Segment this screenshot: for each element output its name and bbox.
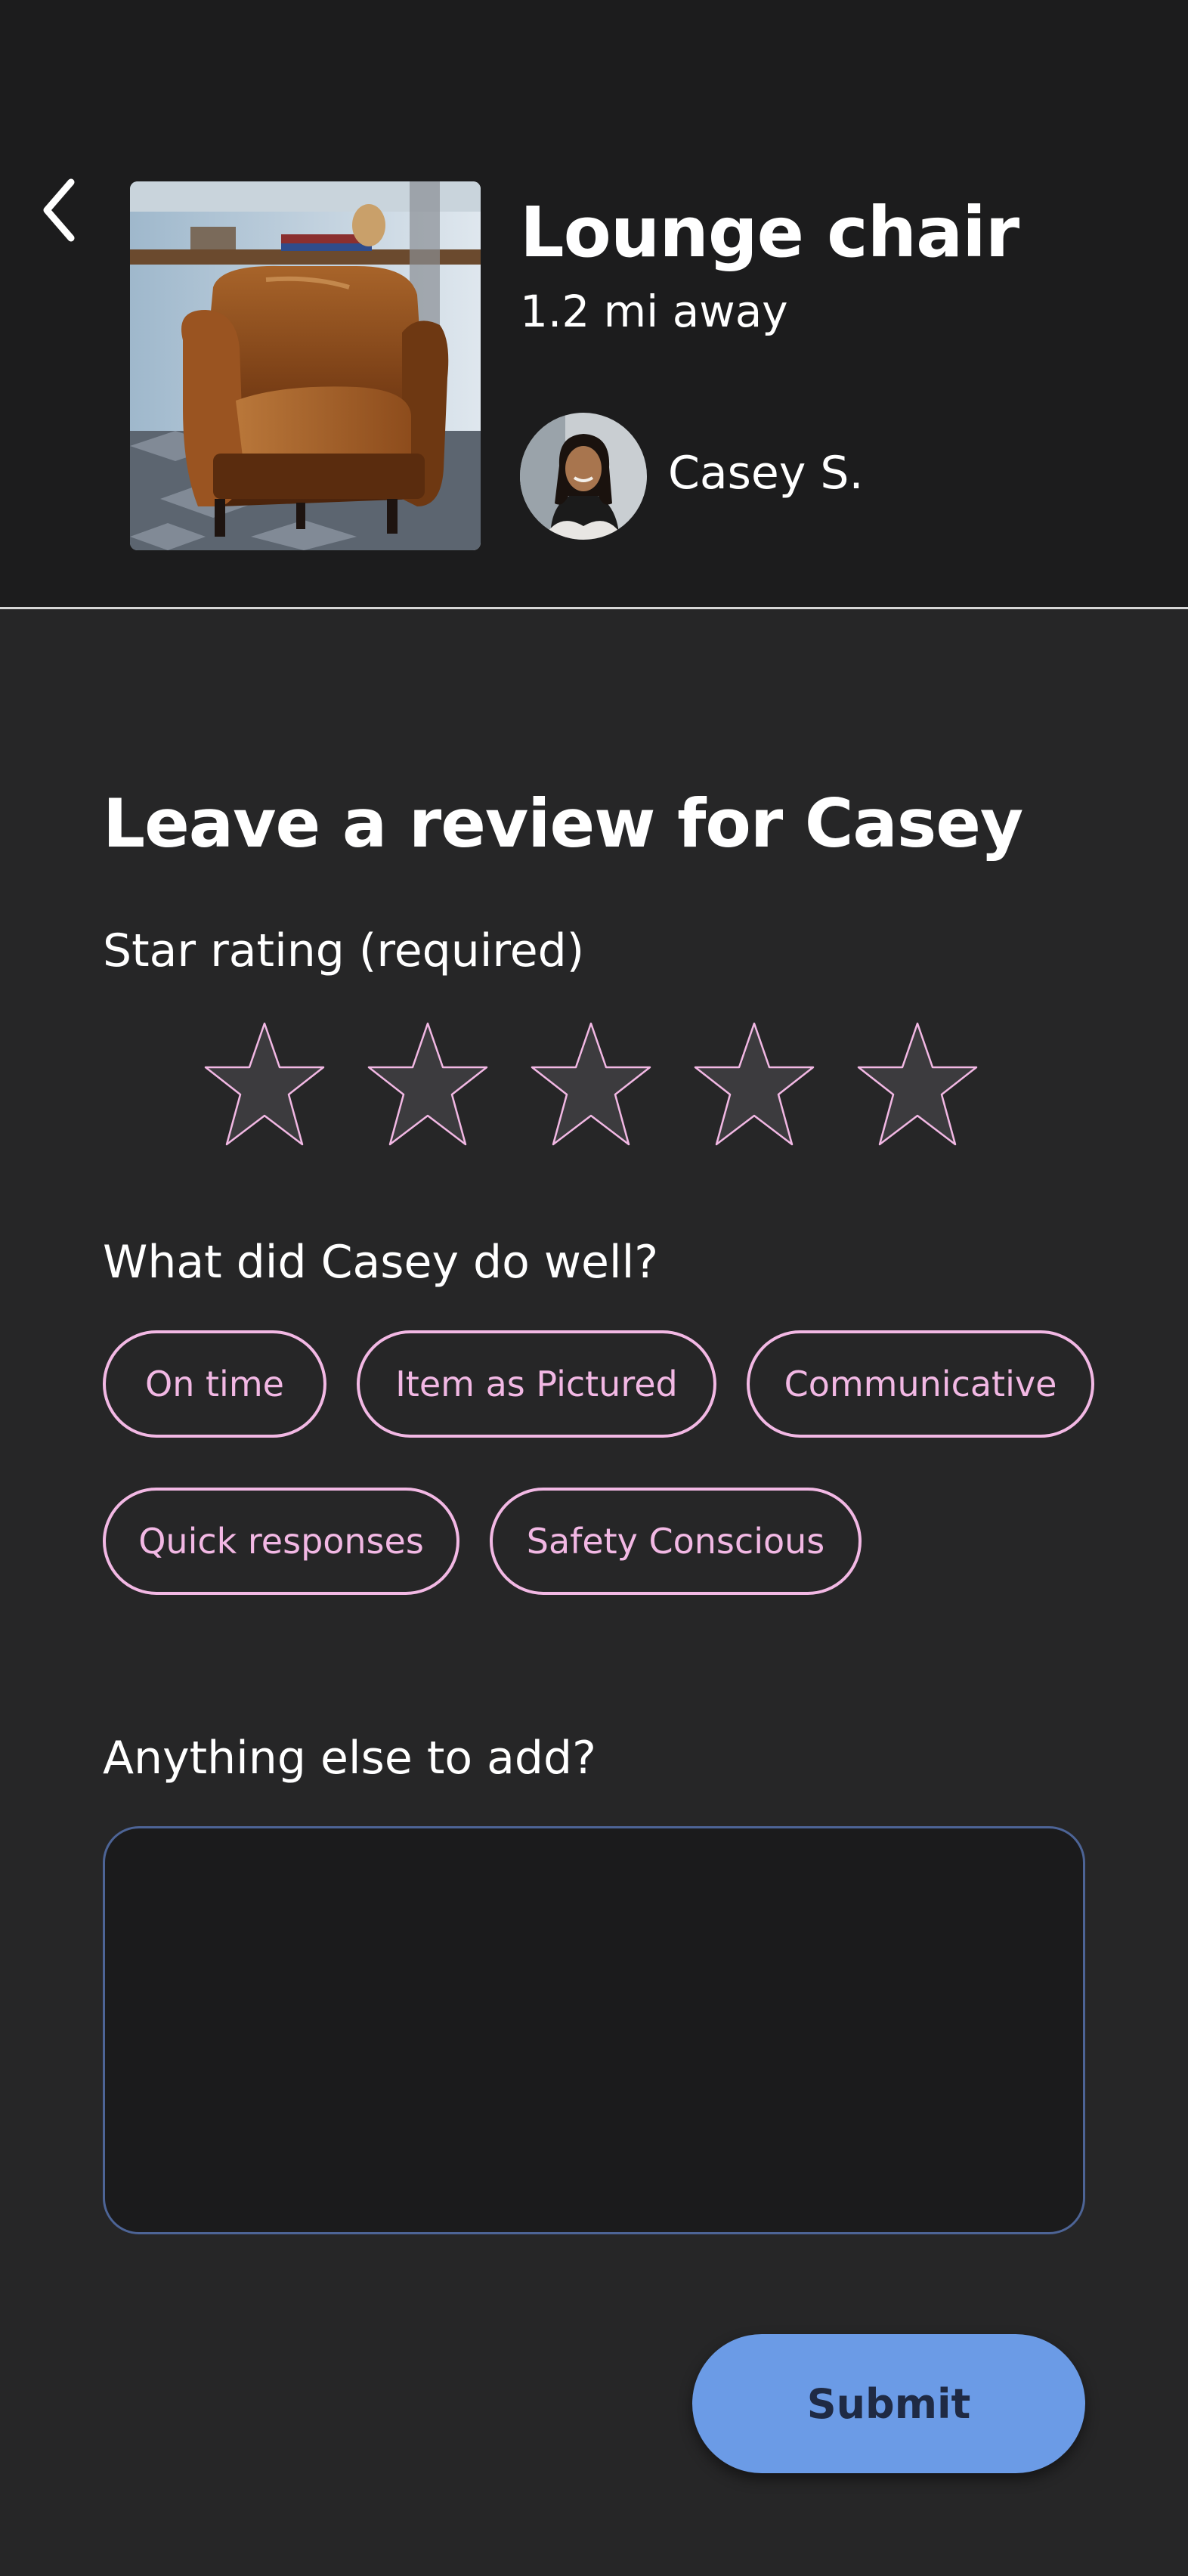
star-rating-label: Star rating (required) xyxy=(103,924,585,977)
star-rating xyxy=(201,1017,987,1150)
chevron-left-icon xyxy=(43,178,75,242)
review-heading: Leave a review for Casey xyxy=(103,785,1023,862)
header: Lounge chair 1.2 mi away Casey S. xyxy=(0,0,1188,609)
review-screen: Lounge chair 1.2 mi away Casey S. Leave … xyxy=(0,0,1188,2576)
star-5-icon[interactable] xyxy=(854,1017,981,1150)
chip-on-time[interactable]: On time xyxy=(103,1330,326,1438)
seller-avatar xyxy=(520,413,647,540)
chip-item-as-pictured[interactable]: Item as Pictured xyxy=(357,1330,716,1438)
star-2-icon[interactable] xyxy=(364,1017,491,1150)
submit-button[interactable]: Submit xyxy=(692,2334,1085,2473)
item-distance: 1.2 mi away xyxy=(520,286,788,337)
compliments-label: What did Casey do well? xyxy=(103,1236,659,1289)
item-photo xyxy=(130,181,481,550)
back-button[interactable] xyxy=(30,172,91,248)
seller-name: Casey S. xyxy=(668,447,864,500)
star-3-icon[interactable] xyxy=(527,1017,654,1150)
chip-safety-conscious[interactable]: Safety Conscious xyxy=(490,1488,862,1595)
star-4-icon[interactable] xyxy=(691,1017,818,1150)
chip-quick-responses[interactable]: Quick responses xyxy=(103,1488,459,1595)
star-1-icon[interactable] xyxy=(201,1017,328,1150)
comment-label: Anything else to add? xyxy=(103,1732,596,1785)
chip-communicative[interactable]: Communicative xyxy=(747,1330,1094,1438)
item-title: Lounge chair xyxy=(520,192,1019,273)
comment-input[interactable] xyxy=(103,1826,1085,2234)
